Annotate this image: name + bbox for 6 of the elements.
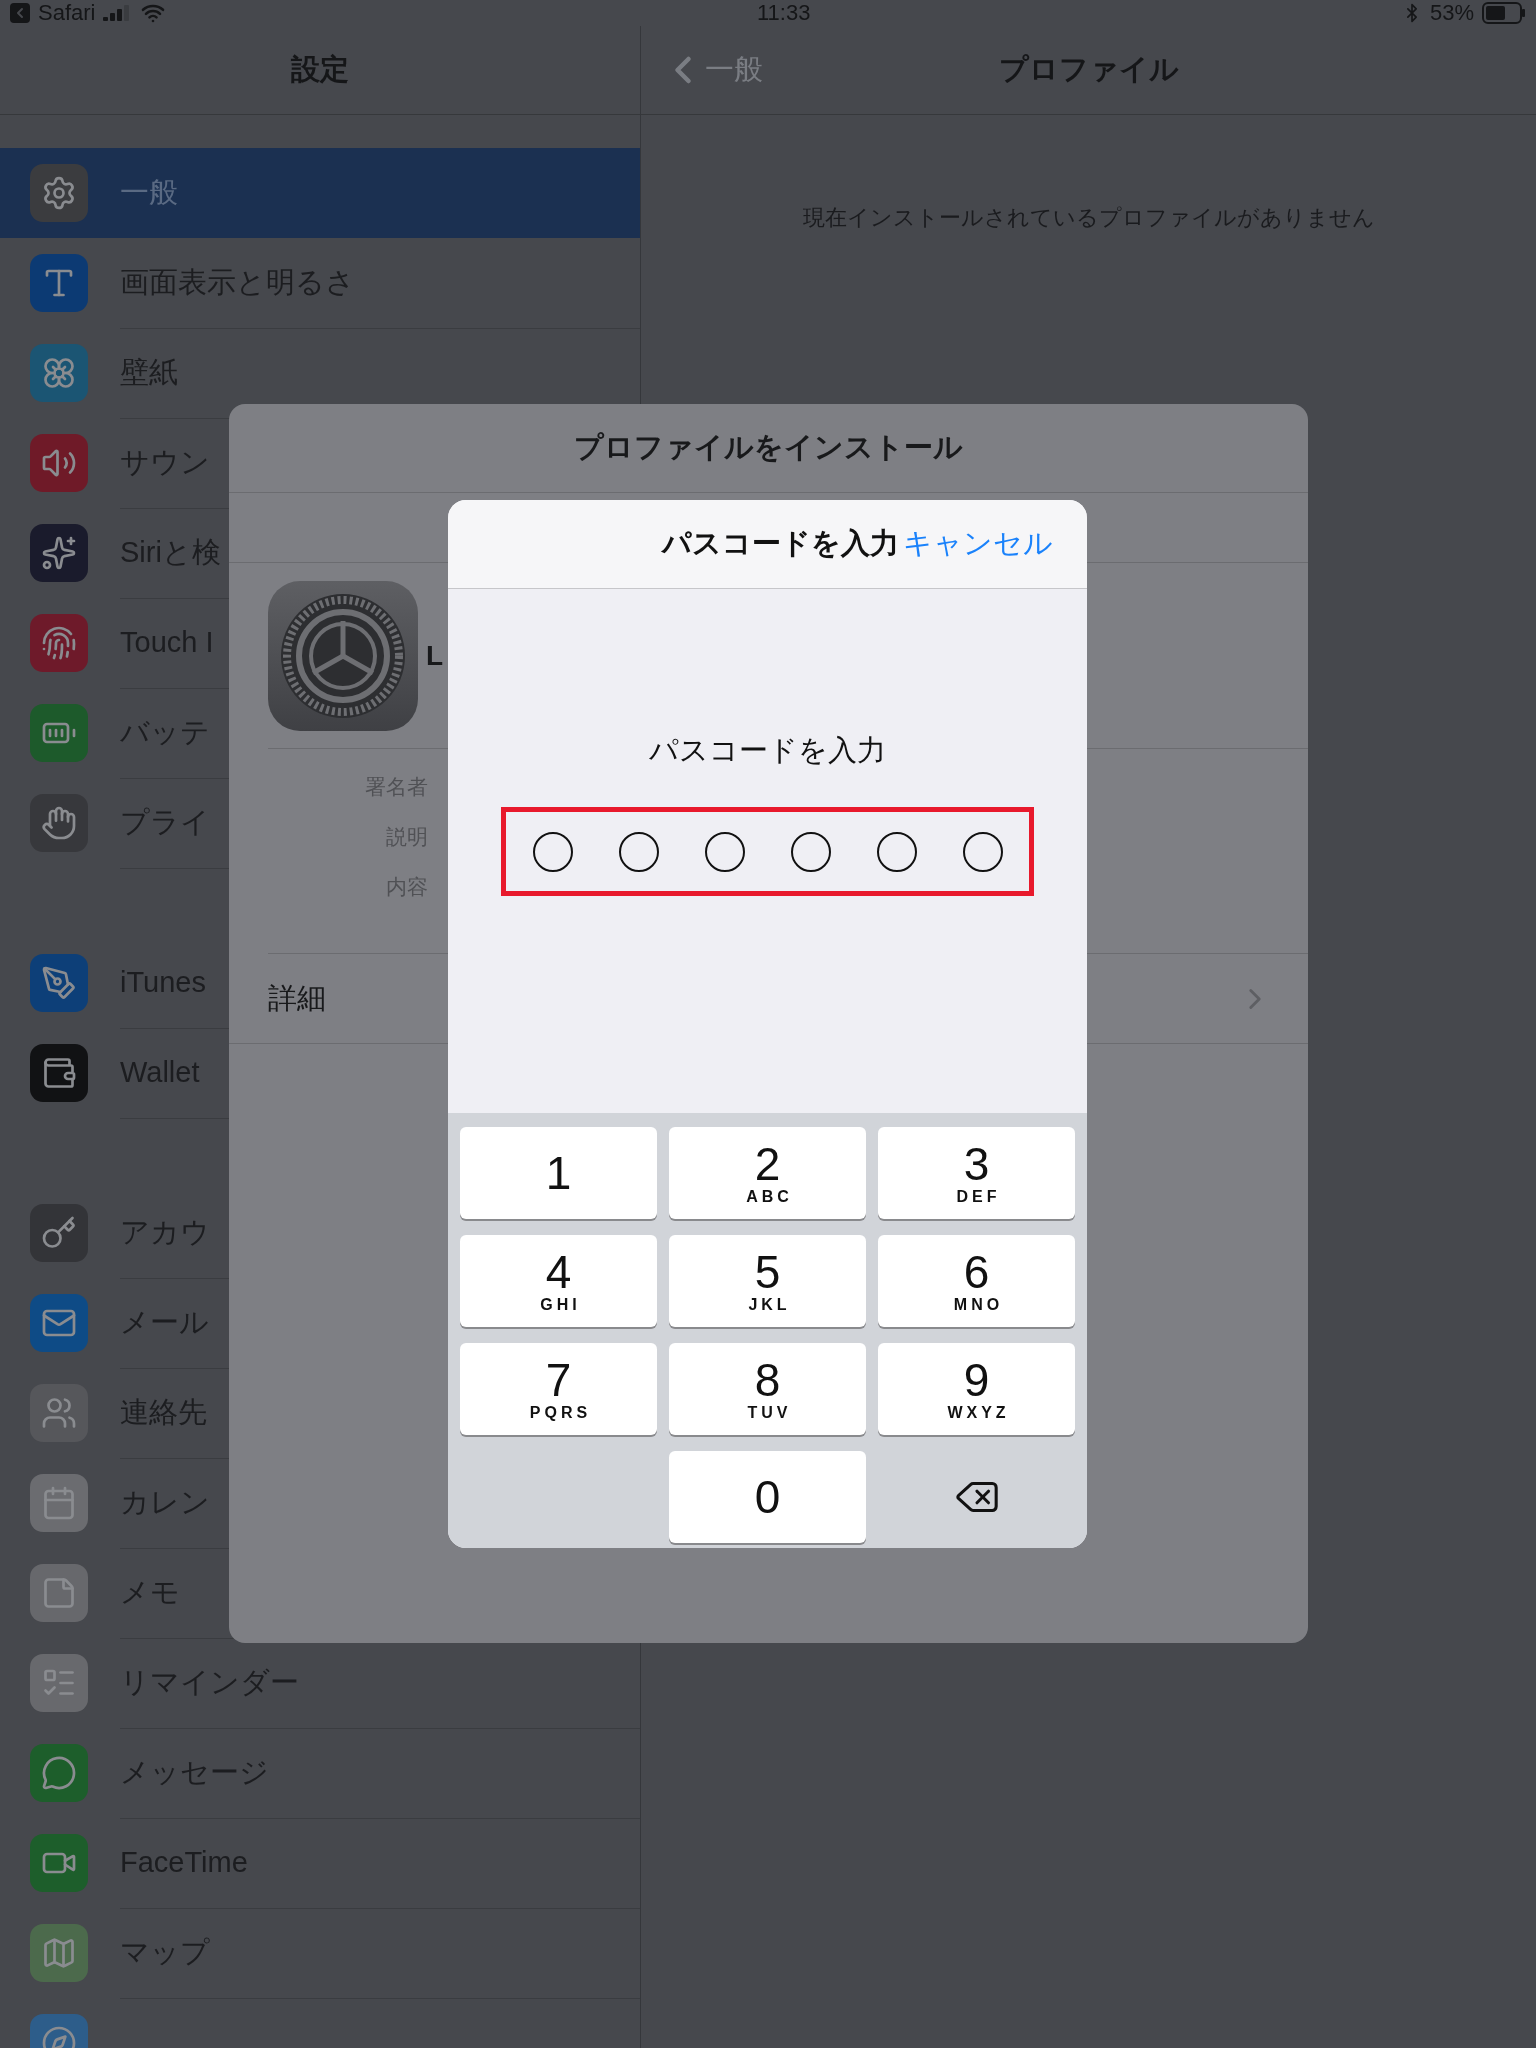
sheet-title: プロファイルをインストール	[229, 404, 1308, 493]
row-label: 一般	[120, 175, 179, 210]
passcode-prompt: パスコードを入力	[649, 733, 886, 768]
profile-name: L	[426, 639, 444, 672]
dialog-title: パスコードを入力	[662, 526, 899, 561]
more-label: 詳細	[268, 980, 326, 1016]
